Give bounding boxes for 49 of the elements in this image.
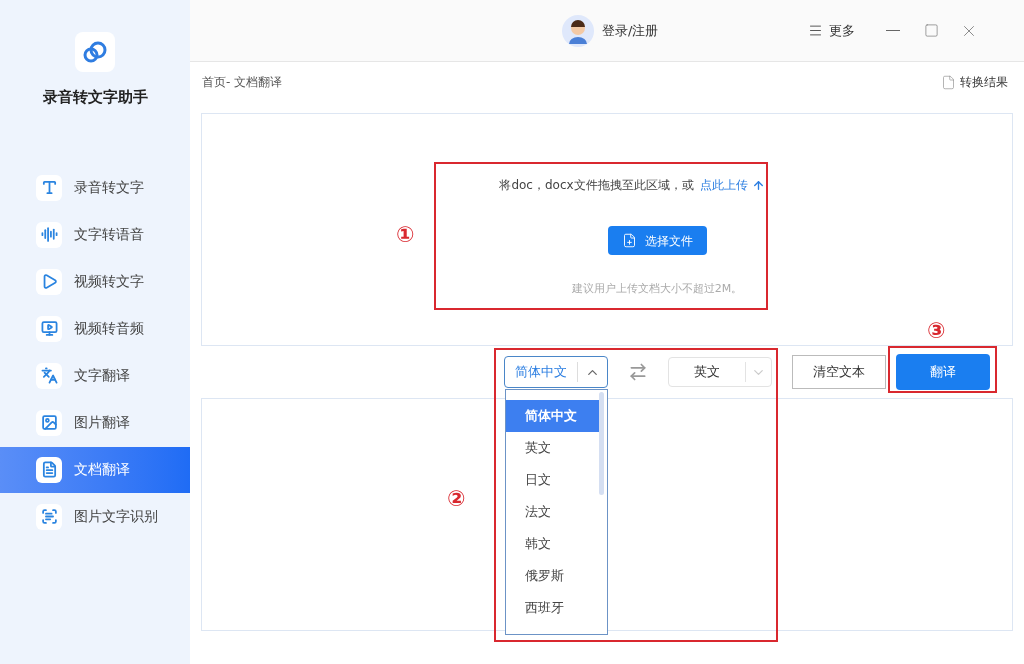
annotation-number: ② bbox=[447, 485, 466, 513]
annotation-number: ③ bbox=[927, 317, 946, 345]
translate-button[interactable]: 翻译 bbox=[896, 354, 990, 390]
target-language-select[interactable]: 英文 bbox=[668, 357, 772, 387]
minimize-icon bbox=[886, 30, 901, 31]
choose-file-button[interactable]: 选择文件 bbox=[607, 226, 707, 255]
language-option[interactable]: 西班牙 bbox=[506, 592, 599, 624]
sidebar-item[interactable]: 文档翻译 bbox=[0, 446, 190, 493]
letter-t-icon bbox=[36, 174, 62, 201]
sidebar-item[interactable]: 视频转音频 bbox=[0, 305, 190, 352]
sound-wave-icon bbox=[36, 221, 62, 248]
menu-icon bbox=[808, 23, 824, 38]
app-name: 录音转文字助手 bbox=[42, 87, 148, 108]
sidebar-item[interactable]: 文字转语音 bbox=[0, 211, 190, 258]
language-option[interactable]: 日文 bbox=[506, 464, 599, 496]
results-link[interactable]: 转换结果 bbox=[941, 73, 1008, 91]
avatar[interactable] bbox=[562, 14, 594, 47]
language-option[interactable]: 法文 bbox=[506, 496, 599, 528]
sidebar-item[interactable]: 图片翻译 bbox=[0, 399, 190, 446]
language-option[interactable]: 俄罗斯 bbox=[506, 560, 599, 592]
document-icon bbox=[941, 74, 956, 90]
breadcrumb: 首页- 文档翻译 bbox=[202, 74, 283, 91]
language-option[interactable]: 英文 bbox=[506, 432, 599, 464]
sidebar-item[interactable]: 视频转文字 bbox=[0, 258, 190, 305]
source-language-select[interactable]: 简体中文 bbox=[504, 356, 608, 388]
document-icon bbox=[36, 456, 62, 483]
arrow-up-icon bbox=[751, 178, 765, 192]
image-icon bbox=[36, 409, 62, 436]
app-logo-icon bbox=[75, 32, 115, 72]
maximize-icon bbox=[923, 23, 939, 38]
video-icon bbox=[36, 315, 62, 342]
language-option[interactable]: 简体中文 bbox=[506, 400, 599, 432]
sidebar-item[interactable]: 图片文字识别 bbox=[0, 493, 190, 540]
translate-icon bbox=[36, 362, 62, 389]
annotation-number: ① bbox=[396, 221, 415, 249]
scrollbar[interactable] bbox=[599, 392, 604, 495]
play-icon bbox=[36, 268, 62, 295]
upload-hint: 建议用户上传文档大小不超过2M。 bbox=[571, 281, 743, 297]
file-plus-icon bbox=[621, 233, 637, 248]
login-link[interactable]: 登录/注册 bbox=[602, 20, 659, 41]
more-button[interactable]: 更多 bbox=[808, 20, 856, 41]
language-option[interactable]: 韩文 bbox=[506, 528, 599, 560]
upload-link[interactable]: 点此上传 bbox=[699, 176, 765, 194]
upload-prompt: 将doc，docx文件拖拽至此区域，或 bbox=[499, 177, 694, 194]
clear-text-button[interactable]: 清空文本 bbox=[792, 355, 886, 389]
sidebar-item[interactable]: 文字翻译 bbox=[0, 352, 190, 399]
scan-icon bbox=[36, 503, 62, 530]
swap-icon[interactable] bbox=[628, 362, 648, 382]
sidebar-item[interactable]: 录音转文字 bbox=[0, 164, 190, 211]
